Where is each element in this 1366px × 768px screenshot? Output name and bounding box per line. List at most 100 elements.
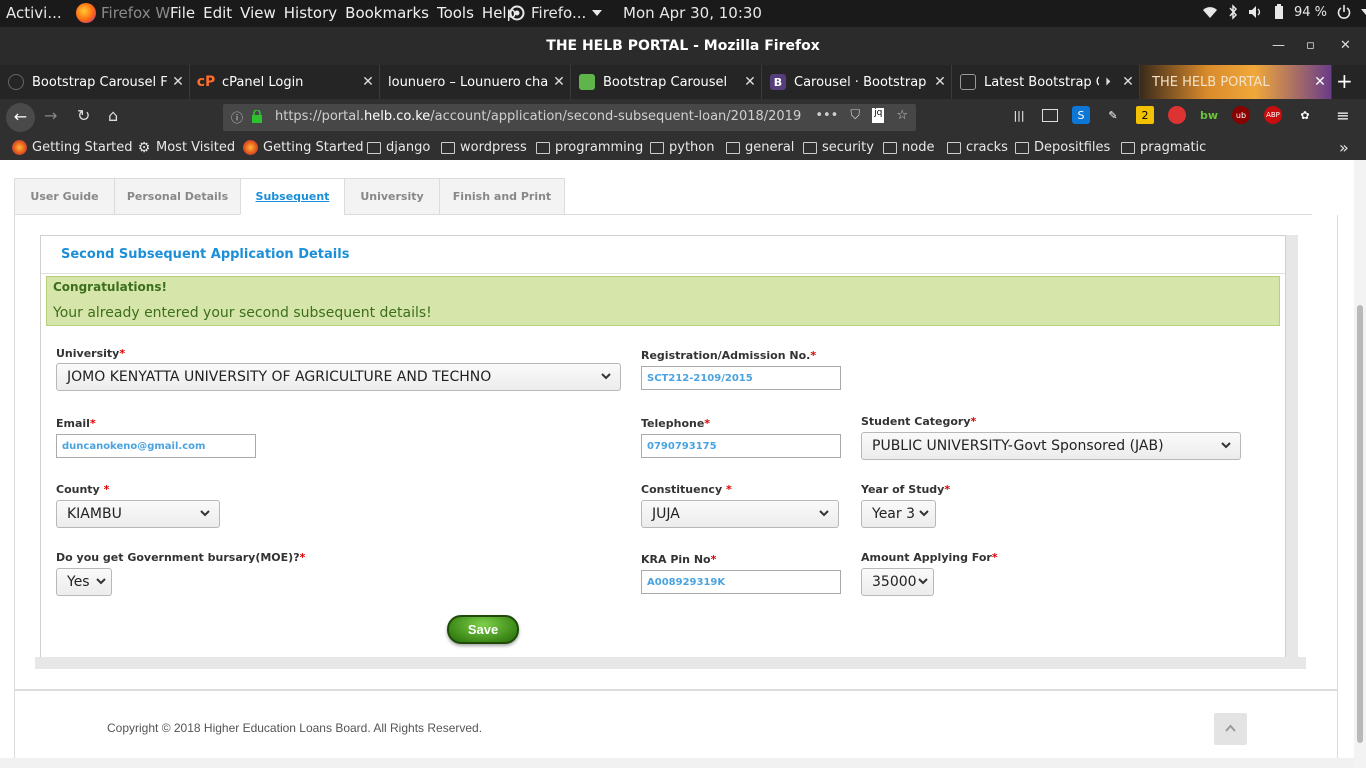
home-button[interactable]: ⌂: [108, 106, 118, 125]
wifi-icon: [1203, 7, 1217, 18]
ublock-icon[interactable]: ub: [1232, 106, 1250, 124]
close-tab-icon[interactable]: ✕: [357, 74, 379, 90]
bookmark-folder-django[interactable]: django: [367, 140, 430, 155]
pocket-icon[interactable]: ⛉: [850, 108, 860, 123]
folder-icon: [883, 141, 897, 154]
back-button[interactable]: ←: [6, 103, 35, 132]
browser-tab-bootstrap-carousel-fa[interactable]: Bootstrap Carousel Fa ✕: [0, 65, 190, 99]
new-tab-button[interactable]: +: [1336, 69, 1353, 93]
bookmark-folder-security[interactable]: security: [803, 140, 874, 155]
gear-icon: ⚙: [137, 139, 151, 156]
bookmark-folder-general[interactable]: general: [726, 140, 794, 155]
browser-tab-lounuero[interactable]: lounuero – Lounuero cha ✕: [380, 65, 571, 99]
record-icon[interactable]: [1168, 106, 1186, 124]
browser-tab-bootstrap-carousel[interactable]: Bootstrap Carousel ✕: [571, 65, 762, 99]
bookmark-folder-node[interactable]: node: [883, 140, 934, 155]
minimize-button[interactable]: —: [1272, 38, 1285, 53]
bookmark-getting-started-2[interactable]: Getting Started: [243, 140, 364, 155]
pen-icon[interactable]: ✎: [1104, 106, 1122, 124]
close-tab-icon[interactable]: ✕: [1309, 74, 1331, 90]
browser-tab-latest-bootstrap[interactable]: Latest Bootstrap C ⏵ ✕: [952, 65, 1140, 99]
firefox-icon[interactable]: [76, 3, 96, 23]
kra-pin-input[interactable]: A008929319K: [641, 570, 841, 594]
telephone-input[interactable]: 0790793175: [641, 434, 841, 458]
app-menu[interactable]: Firefo...: [509, 4, 603, 22]
footer: Copyright © 2018 Higher Education Loans …: [14, 691, 1338, 758]
sidebar-icon[interactable]: [1042, 108, 1058, 122]
close-tab-icon[interactable]: ✕: [548, 74, 570, 90]
extension-icon[interactable]: jq: [872, 108, 885, 123]
bookmarks-overflow-icon[interactable]: »: [1339, 138, 1349, 157]
tab-user-guide[interactable]: User Guide: [14, 178, 115, 215]
bookmark-star-icon[interactable]: ☆: [896, 108, 908, 123]
battery-icon: [1275, 4, 1283, 19]
forward-button[interactable]: →: [44, 106, 57, 125]
page-scrollbar[interactable]: [1354, 160, 1366, 768]
activities-button[interactable]: Activi...: [6, 4, 62, 22]
browser-tab-strip: Bootstrap Carousel Fa ✕ cP cPanel Login …: [0, 65, 1366, 99]
page-actions-icon[interactable]: •••: [815, 108, 838, 123]
tab-subsequent[interactable]: Subsequent: [240, 178, 345, 215]
menu-tools[interactable]: Tools: [437, 4, 474, 22]
tab-university[interactable]: University: [344, 178, 440, 215]
save-button[interactable]: Save: [447, 615, 519, 644]
browser-tab-cpanel[interactable]: cP cPanel Login ✕: [190, 65, 380, 99]
bookmark-most-visited[interactable]: ⚙ Most Visited: [137, 140, 235, 155]
bookmark-folder-pragmatic[interactable]: pragmatic: [1121, 140, 1206, 155]
menu-view[interactable]: View: [240, 4, 276, 22]
registration-number-input[interactable]: SCT212-2109/2015: [641, 366, 841, 390]
county-label: County *: [56, 483, 110, 496]
copyright-text: Copyright © 2018 Higher Education Loans …: [107, 721, 483, 735]
close-window-button[interactable]: ✕: [1340, 38, 1351, 53]
menu-bookmarks[interactable]: Bookmarks: [345, 4, 429, 22]
amount-applying-select[interactable]: 35000: [861, 568, 934, 596]
bookmark-getting-started[interactable]: Getting Started: [12, 140, 133, 155]
constituency-select[interactable]: JUJA: [641, 500, 839, 528]
reload-button[interactable]: ↻: [77, 106, 90, 125]
close-tab-icon[interactable]: ✕: [167, 74, 189, 90]
bookmark-folder-programming[interactable]: programming: [536, 140, 643, 155]
tab-personal-details[interactable]: Personal Details: [114, 178, 241, 215]
bookmark-folder-depositfiles[interactable]: Depositfiles: [1015, 140, 1110, 155]
maximize-button[interactable]: ▫: [1306, 38, 1315, 53]
lock-icon[interactable]: [251, 110, 263, 123]
tab-finish-and-print[interactable]: Finish and Print: [439, 178, 565, 215]
cpanel-icon: cP: [196, 74, 216, 90]
bookmark-folder-wordpress[interactable]: wordpress: [441, 140, 527, 155]
panel-heading: Second Subsequent Application Details: [41, 236, 1285, 274]
browser-tab-carousel-bootstrap[interactable]: B Carousel · Bootstrap ✕: [762, 65, 952, 99]
government-bursary-label: Do you get Government bursary(MOE)?*: [56, 551, 306, 564]
student-category-select[interactable]: PUBLIC UNIVERSITY-Govt Sponsored (JAB): [861, 432, 1241, 460]
clock[interactable]: Mon Apr 30, 10:30: [623, 4, 762, 22]
year-of-study-select[interactable]: Year 3: [861, 500, 936, 528]
system-tray[interactable]: 94 %: [1202, 4, 1366, 20]
government-bursary-select[interactable]: Yes: [56, 568, 112, 596]
address-bar[interactable]: ⓘ https://portal.helb.co.ke/account/appl…: [223, 104, 916, 131]
menu-file[interactable]: File: [170, 4, 195, 22]
info-icon[interactable]: ⓘ: [231, 109, 243, 126]
scroll-to-top-button[interactable]: [1214, 713, 1247, 745]
note-extension-icon[interactable]: 2: [1136, 106, 1154, 124]
menu-edit[interactable]: Edit: [203, 4, 232, 22]
university-select[interactable]: JOMO KENYATTA UNIVERSITY OF AGRICULTURE …: [56, 363, 621, 391]
close-tab-icon[interactable]: ✕: [739, 74, 761, 90]
skype-icon[interactable]: S: [1072, 106, 1090, 124]
browser-tab-helb-portal[interactable]: THE HELB PORTAL ✕: [1140, 65, 1332, 99]
email-input[interactable]: duncanokeno@gmail.com: [56, 434, 256, 458]
scrollbar-thumb[interactable]: [1357, 305, 1363, 743]
menu-history[interactable]: History: [284, 4, 337, 22]
library-icon[interactable]: |||: [1010, 106, 1028, 124]
adblock-plus-icon[interactable]: ABP: [1264, 106, 1282, 124]
play-icon[interactable]: ⏵: [1099, 75, 1117, 89]
gnome-extension-icon[interactable]: ✿: [1296, 106, 1314, 124]
folder-icon: [803, 141, 817, 154]
county-select[interactable]: KIAMBU: [56, 500, 220, 528]
close-tab-icon[interactable]: ✕: [929, 74, 951, 90]
close-tab-icon[interactable]: ✕: [1117, 74, 1139, 90]
bookmark-folder-cracks[interactable]: cracks: [947, 140, 1008, 155]
hamburger-menu-icon[interactable]: ≡: [1334, 106, 1352, 125]
firefox-app-icon: [509, 5, 525, 21]
bw-extension-icon[interactable]: bw: [1200, 106, 1218, 124]
firefox-icon: [243, 140, 258, 155]
bookmark-folder-python[interactable]: python: [650, 140, 714, 155]
